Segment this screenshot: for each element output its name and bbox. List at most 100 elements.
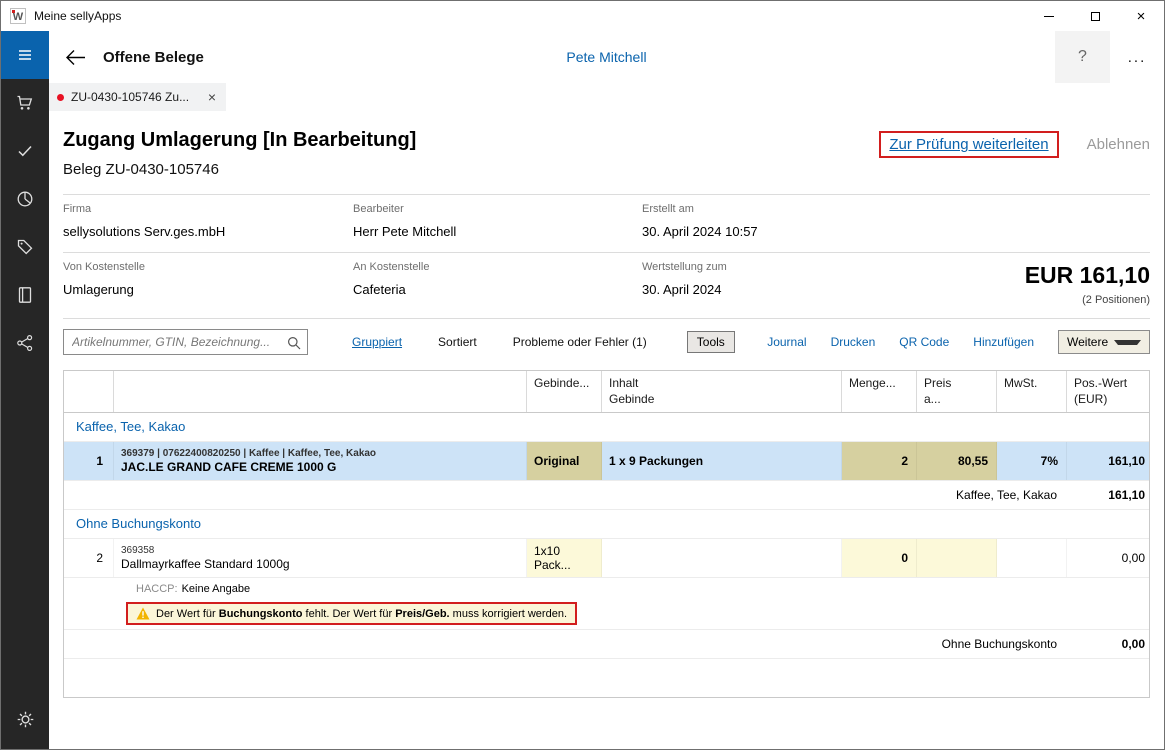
field-erstellt-am: Erstellt am 30. April 2024 10:57: [642, 203, 1150, 239]
document-fields: Firma sellysolutions Serv.ges.mbH Bearbe…: [63, 194, 1150, 319]
field-firma: Firma sellysolutions Serv.ges.mbH: [63, 203, 353, 239]
field-label: Von Kostenstelle: [63, 261, 353, 273]
subtotal-value: 0,00: [1067, 630, 1150, 658]
article-cell: 369379 | 07622400820250 | Kaffee | Kaffe…: [114, 442, 527, 480]
grouped-toggle[interactable]: Gruppiert: [352, 335, 402, 349]
position-count: (2 Positionen): [1025, 294, 1150, 306]
field-value: Cafeteria: [353, 282, 642, 297]
settings-button[interactable]: [1, 695, 49, 743]
total-amount: EUR 161,10: [1025, 262, 1150, 289]
back-button[interactable]: [57, 39, 93, 75]
close-button[interactable]: ×: [1118, 1, 1164, 31]
reject-link[interactable]: Ablehnen: [1087, 136, 1150, 153]
field-label: An Kostenstelle: [353, 261, 642, 273]
article-meta: 369379 | 07622400820250 | Kaffee | Kaffe…: [121, 447, 376, 460]
article-meta: 369358: [121, 544, 154, 557]
more-actions-label: Weitere: [1067, 335, 1108, 349]
search-icon[interactable]: [287, 336, 301, 353]
row-number: 1: [64, 442, 114, 480]
help-button[interactable]: ?: [1055, 31, 1110, 83]
warning-row: Der Wert für Buchungskonto fehlt. Der We…: [64, 600, 1149, 630]
problems-filter[interactable]: Probleme oder Fehler (1): [513, 335, 647, 349]
field-label: Bearbeiter: [353, 203, 642, 215]
app-window: W Meine sellyApps ×: [0, 0, 1165, 750]
column-preis[interactable]: Preisa...: [917, 371, 997, 412]
column-menge[interactable]: Menge...: [842, 371, 917, 412]
tabbar: ZU-0430-105746 Zu... ×: [49, 83, 1164, 111]
sidebar-item-ledger[interactable]: [1, 271, 49, 319]
pos-wert-cell: 0,00: [1067, 539, 1150, 577]
group-header-ohne-buchungskonto[interactable]: Ohne Buchungskonto: [64, 510, 1149, 539]
menge-cell[interactable]: 0: [842, 539, 917, 577]
article-cell: 369358 Dallmayrkaffee Standard 1000g: [114, 539, 527, 577]
maximize-button[interactable]: [1072, 1, 1118, 31]
column-number: [64, 371, 114, 412]
group-header-kaffee[interactable]: Kaffee, Tee, Kakao: [64, 413, 1149, 442]
table-row-2[interactable]: 2 369358 Dallmayrkaffee Standard 1000g 1…: [64, 539, 1149, 578]
list-toolbar: Gruppiert Sortiert Probleme oder Fehler …: [63, 328, 1150, 356]
positions-table: Gebinde... InhaltGebinde Menge... Preisa…: [63, 370, 1150, 698]
column-article: [114, 371, 527, 412]
table-header-row: Gebinde... InhaltGebinde Menge... Preisa…: [64, 371, 1149, 413]
article-name: JAC.LE GRAND CAFE CREME 1000 G: [121, 460, 336, 476]
add-link[interactable]: Hinzufügen: [973, 335, 1034, 349]
sidebar-item-share[interactable]: [1, 319, 49, 367]
field-label: Erstellt am: [642, 203, 1150, 215]
ledger-icon: [16, 286, 34, 304]
gebinde-cell[interactable]: 1x10 Pack...: [527, 539, 602, 577]
gebinde-cell[interactable]: Original: [527, 442, 602, 480]
field-value: sellysolutions Serv.ges.mbH: [63, 224, 353, 239]
minimize-button[interactable]: [1026, 1, 1072, 31]
close-icon: ×: [1137, 9, 1146, 24]
document-tab[interactable]: ZU-0430-105746 Zu... ×: [49, 83, 226, 111]
tab-label: ZU-0430-105746 Zu...: [71, 90, 199, 104]
haccp-label: HACCP:: [136, 583, 178, 595]
row-number: 2: [64, 539, 114, 577]
print-link[interactable]: Drucken: [831, 335, 876, 349]
sidebar-item-cart[interactable]: [1, 79, 49, 127]
sidebar-item-reports[interactable]: [1, 175, 49, 223]
subtotal-row-kaffee: Kaffee, Tee, Kakao 161,10: [64, 481, 1149, 510]
window-title: Meine sellyApps: [34, 9, 121, 23]
field-label: Firma: [63, 203, 353, 215]
tools-button[interactable]: Tools: [687, 331, 735, 353]
group-name: Ohne Buchungskonto: [64, 510, 1150, 538]
column-mwst[interactable]: MwSt.: [997, 371, 1067, 412]
checkmark-icon: [16, 142, 34, 160]
field-value: Umlagerung: [63, 282, 353, 297]
mwst-cell: [997, 539, 1067, 577]
preis-cell[interactable]: 80,55: [917, 442, 997, 480]
sidebar-item-prices[interactable]: [1, 223, 49, 271]
more-menu-button[interactable]: ...: [1110, 31, 1164, 83]
sidebar: [1, 31, 49, 749]
document-content: Zugang Umlagerung [In Bearbeitung] Zur P…: [49, 111, 1164, 749]
app-icon: W: [10, 8, 26, 24]
sorted-toggle[interactable]: Sortiert: [438, 335, 477, 349]
search-input[interactable]: [64, 330, 307, 354]
warning-text: Der Wert für Buchungskonto fehlt. Der We…: [156, 608, 567, 620]
user-link[interactable]: Pete Mitchell: [566, 49, 646, 65]
column-gebinde[interactable]: Gebinde...: [527, 371, 602, 412]
hamburger-menu-button[interactable]: [1, 31, 49, 79]
document-total: EUR 161,10 (2 Positionen): [1025, 262, 1150, 306]
price-tag-icon: [16, 238, 34, 256]
column-inhalt-gebinde[interactable]: InhaltGebinde: [602, 371, 842, 412]
table-row-1[interactable]: 1 369379 | 07622400820250 | Kaffee | Kaf…: [64, 442, 1149, 481]
subtotal-label: Ohne Buchungskonto: [64, 630, 1067, 658]
journal-link[interactable]: Journal: [767, 335, 806, 349]
preis-cell[interactable]: [917, 539, 997, 577]
qr-code-link[interactable]: QR Code: [899, 335, 949, 349]
more-actions-dropdown[interactable]: Weitere: [1058, 330, 1150, 354]
window-controls: ×: [1026, 1, 1164, 31]
back-arrow-icon: [65, 49, 86, 66]
column-pos-wert[interactable]: Pos.-Wert(EUR): [1067, 371, 1150, 412]
field-value: Herr Pete Mitchell: [353, 224, 642, 239]
cart-icon: [16, 94, 34, 112]
sidebar-item-tasks[interactable]: [1, 127, 49, 175]
menge-cell[interactable]: 2: [842, 442, 917, 480]
tab-close-icon[interactable]: ×: [206, 90, 218, 104]
document-number: Beleg ZU-0430-105746: [63, 161, 1150, 178]
field-von-kostenstelle: Von Kostenstelle Umlagerung: [63, 261, 353, 297]
forward-for-review-link[interactable]: Zur Prüfung weiterleiten: [889, 136, 1048, 153]
haccp-row: HACCP: Keine Angabe: [64, 578, 1149, 600]
